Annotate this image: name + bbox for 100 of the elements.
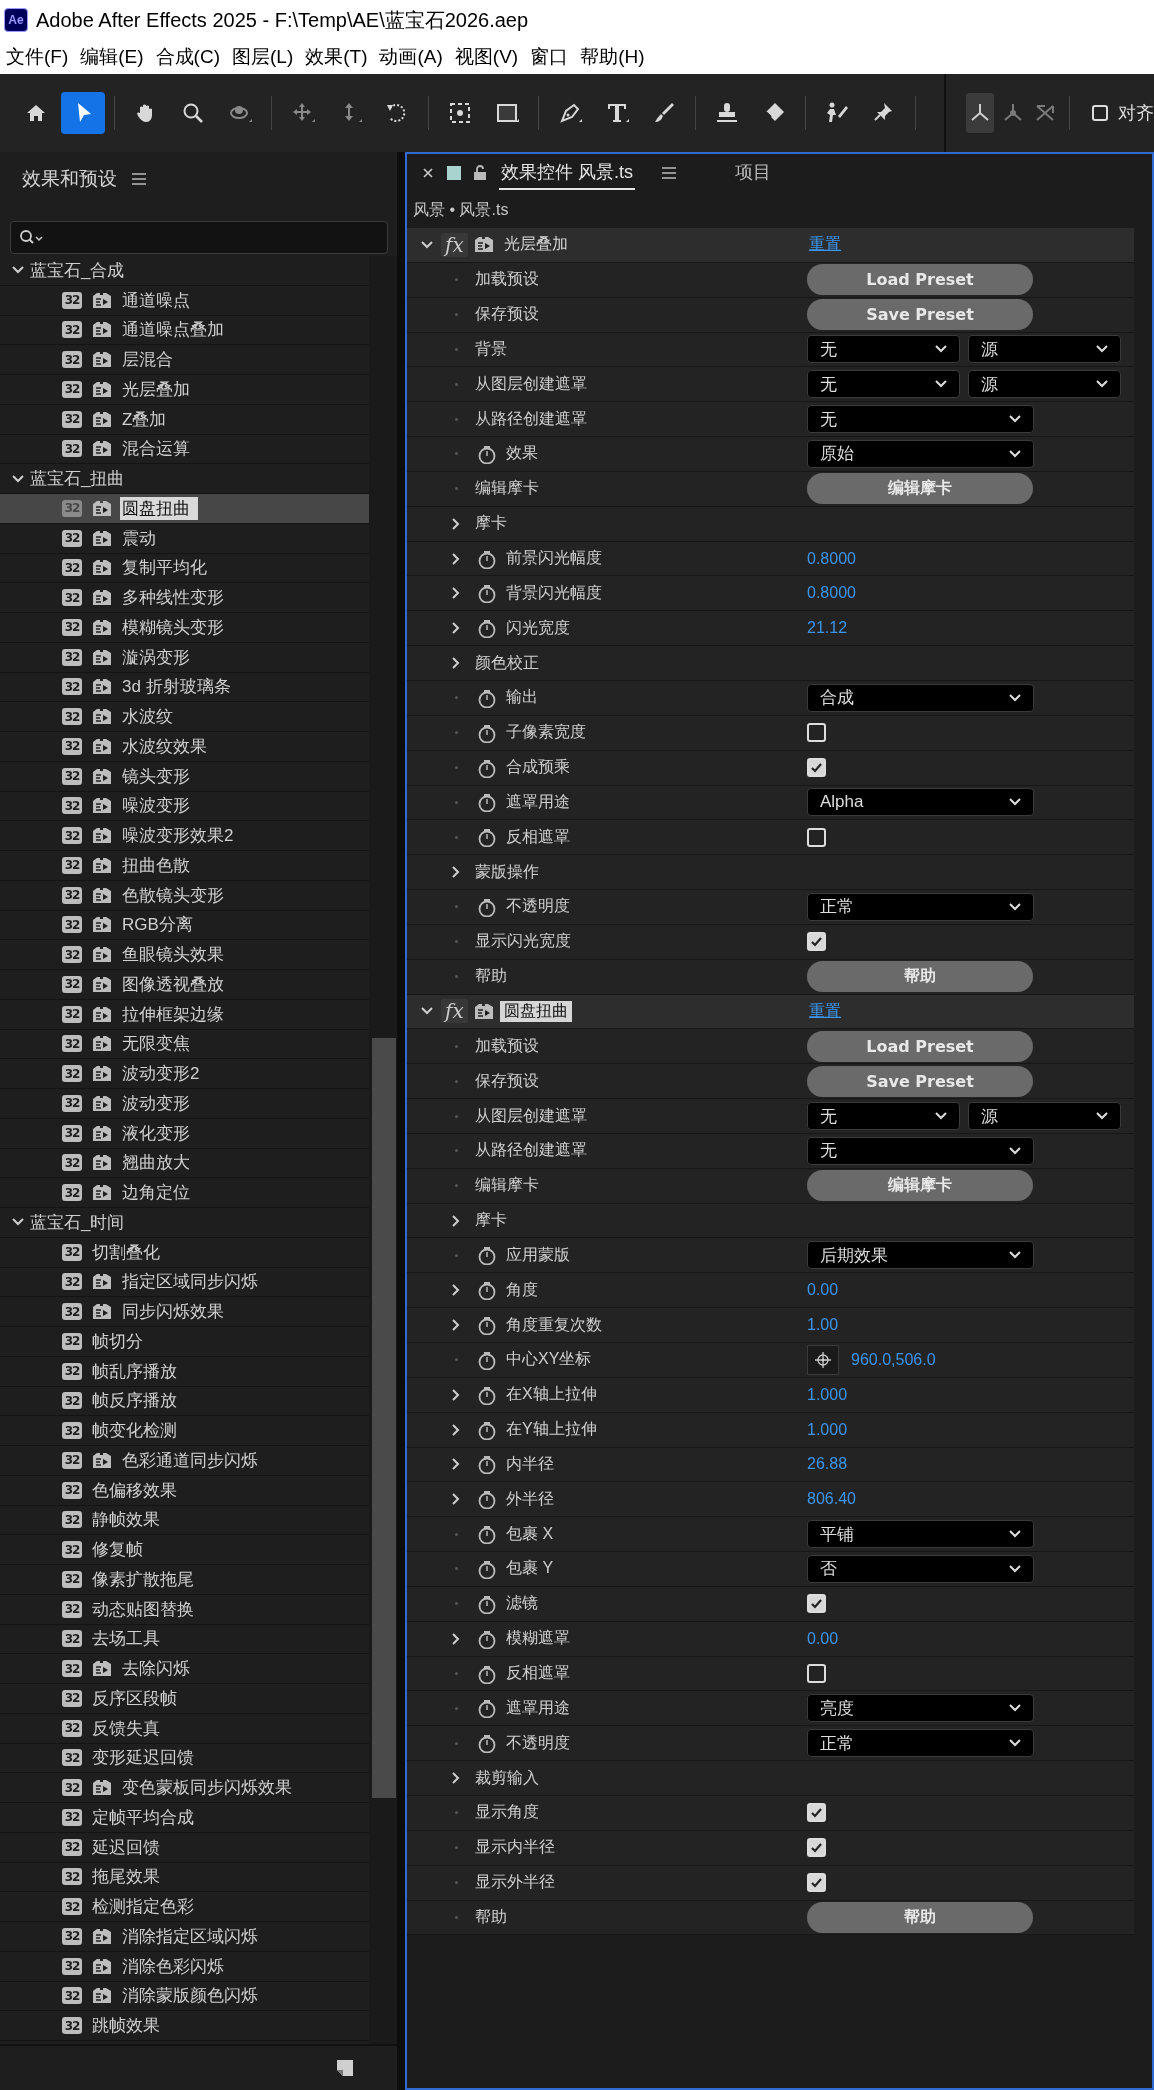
value-field[interactable]: 960.0,506.0 (851, 1350, 936, 1369)
action-button[interactable]: Load Preset (807, 264, 1033, 296)
fx-badge[interactable]: fx (441, 232, 468, 257)
tree-item[interactable]: 32 延迟回馈 (0, 1832, 369, 1863)
stopwatch-icon[interactable] (477, 1593, 497, 1614)
tree-item[interactable]: 32 波动变形2 (0, 1059, 369, 1089)
value-field[interactable]: 21.12 (807, 619, 848, 638)
menu-item[interactable]: 动画(A) (379, 44, 443, 70)
tree-item[interactable]: 32 像素扩散拖尾 (0, 1565, 369, 1595)
dropdown[interactable]: Alpha (807, 788, 1034, 817)
menu-item[interactable]: 效果(T) (305, 44, 368, 70)
dropdown[interactable]: 无 (807, 1136, 1034, 1165)
action-button[interactable]: Load Preset (807, 1030, 1033, 1062)
tree-group[interactable]: 蓝宝石_时间 (0, 1208, 369, 1238)
dropdown[interactable]: 源 (968, 370, 1121, 399)
reset-link[interactable]: 重置 (809, 1001, 1134, 1022)
tree-item[interactable]: 32 跳帧效果 (0, 2011, 369, 2041)
axis-mode-button[interactable] (966, 93, 995, 133)
search-field[interactable] (10, 221, 388, 254)
action-button[interactable]: Save Preset (807, 299, 1033, 331)
tree-item[interactable]: 32 反馈失真 (0, 1713, 369, 1744)
value-field[interactable]: 0.00 (807, 1629, 839, 1648)
stopwatch-icon[interactable] (477, 1454, 497, 1475)
stopwatch-icon[interactable] (477, 1245, 497, 1266)
tree-item[interactable]: 32 多种线性变形 (0, 583, 369, 613)
reset-link[interactable]: 重置 (809, 234, 1134, 256)
tree-item[interactable]: 32 扭曲色散 (0, 851, 369, 881)
stopwatch-icon[interactable] (477, 1733, 497, 1754)
tree-item[interactable]: 32 色偏移效果 (0, 1475, 369, 1506)
tree-item[interactable]: 32 消除色彩闪烁 (0, 1951, 369, 1982)
tree-item[interactable]: 32 变色蒙板同步闪烁效果 (0, 1773, 369, 1803)
tree-item[interactable]: 32 漩涡变形 (0, 642, 369, 673)
tree-item[interactable]: 32 镜头变形 (0, 761, 369, 792)
checkbox[interactable] (807, 758, 826, 778)
tree-item[interactable]: 32 通道噪点 (0, 285, 369, 316)
tree-item[interactable]: 32 去除闪烁 (0, 1654, 369, 1684)
effect-name[interactable]: 圆盘扭曲 (499, 1001, 572, 1022)
stopwatch-icon[interactable] (477, 1315, 497, 1336)
stopwatch-icon[interactable] (477, 687, 497, 708)
dropdown[interactable]: 无 (807, 370, 960, 399)
dropdown[interactable]: 否 (807, 1555, 1034, 1583)
tree-item[interactable]: 32 拖尾效果 (0, 1862, 369, 1893)
value-field[interactable]: 26.88 (807, 1455, 848, 1474)
effect-name[interactable]: 光层叠加 (499, 234, 572, 256)
action-button[interactable]: Save Preset (807, 1065, 1033, 1097)
tree-item[interactable]: 32 帧乱序播放 (0, 1356, 369, 1387)
stopwatch-icon[interactable] (477, 618, 497, 639)
tree-item[interactable]: 32 检测指定色彩 (0, 1892, 369, 1922)
stopwatch-icon[interactable] (477, 1663, 497, 1684)
stopwatch-icon[interactable] (477, 827, 497, 848)
tree-item[interactable]: 32 消除蒙版颜色闪烁 (0, 1981, 369, 2012)
crosshair-button[interactable] (807, 1344, 839, 1375)
tree-item[interactable]: 32 无限变焦 (0, 1029, 369, 1060)
menu-icon[interactable] (661, 166, 677, 180)
tree-item[interactable]: 32 复制平均化 (0, 553, 369, 584)
action-button[interactable]: 编辑摩卡 (807, 1170, 1033, 1202)
menu-item[interactable]: 编辑(E) (80, 44, 144, 70)
action-button[interactable]: 编辑摩卡 (807, 473, 1033, 505)
tree-item[interactable]: 32 切割叠化 (0, 1237, 369, 1268)
lock-icon[interactable] (473, 165, 487, 181)
checkbox[interactable] (807, 1594, 826, 1614)
tree-item[interactable]: 32 鱼眼镜头效果 (0, 940, 369, 970)
tree-item[interactable]: 32 去场工具 (0, 1624, 369, 1655)
dropdown[interactable]: 正常 (807, 1729, 1034, 1758)
dropdown[interactable]: 正常 (807, 892, 1034, 921)
value-field[interactable]: 1.000 (807, 1385, 848, 1404)
menu-item[interactable]: 视图(V) (454, 44, 519, 70)
tree-item[interactable]: 32 混合运算 (0, 434, 369, 465)
menu-icon[interactable] (131, 172, 147, 186)
stopwatch-icon[interactable] (477, 1628, 497, 1649)
value-field[interactable]: 0.8000 (807, 584, 856, 603)
label-color-swatch[interactable] (447, 166, 461, 180)
dropdown[interactable]: 源 (968, 335, 1121, 364)
dropdown[interactable]: 后期效果 (807, 1241, 1034, 1270)
panel-tab[interactable]: 效果控件 风景.ts (499, 156, 635, 190)
stopwatch-icon[interactable] (477, 1559, 497, 1579)
stopwatch-icon[interactable] (477, 444, 497, 464)
scrollbar-thumb[interactable] (372, 1038, 396, 1798)
stopwatch-icon[interactable] (477, 722, 497, 743)
tree-item[interactable]: 32 层混合 (0, 345, 369, 375)
checkbox[interactable] (807, 1873, 826, 1893)
tree-item[interactable]: 32 帧反序播放 (0, 1386, 369, 1417)
tree-item[interactable]: 32 液化变形 (0, 1118, 369, 1149)
dropdown[interactable]: 无 (807, 1102, 960, 1130)
tree-item[interactable]: 32 变形延迟回馈 (0, 1743, 369, 1774)
tree-item[interactable]: 32 RGB分离 (0, 910, 369, 941)
tree-item[interactable]: 32 翘曲放大 (0, 1148, 369, 1179)
value-field[interactable]: 1.00 (807, 1316, 839, 1335)
tree-item[interactable]: 32 震动 (0, 523, 369, 554)
tree-item[interactable]: 32 拉伸框架边缘 (0, 999, 369, 1030)
tree-item[interactable]: 32 修复帧 (0, 1535, 369, 1565)
fx-badge[interactable]: fx (441, 999, 468, 1024)
tree-item[interactable]: 32 帧变化检测 (0, 1416, 369, 1446)
checkbox[interactable] (807, 1803, 826, 1823)
stopwatch-icon[interactable] (477, 1419, 497, 1440)
menu-item[interactable]: 图层(L) (232, 44, 294, 70)
menu-item[interactable]: 帮助(H) (580, 44, 645, 70)
tree-item[interactable]: 32 帧切分 (0, 1327, 369, 1357)
tree-item[interactable]: 32 定帧平均合成 (0, 1803, 369, 1833)
checkbox[interactable] (807, 932, 826, 952)
